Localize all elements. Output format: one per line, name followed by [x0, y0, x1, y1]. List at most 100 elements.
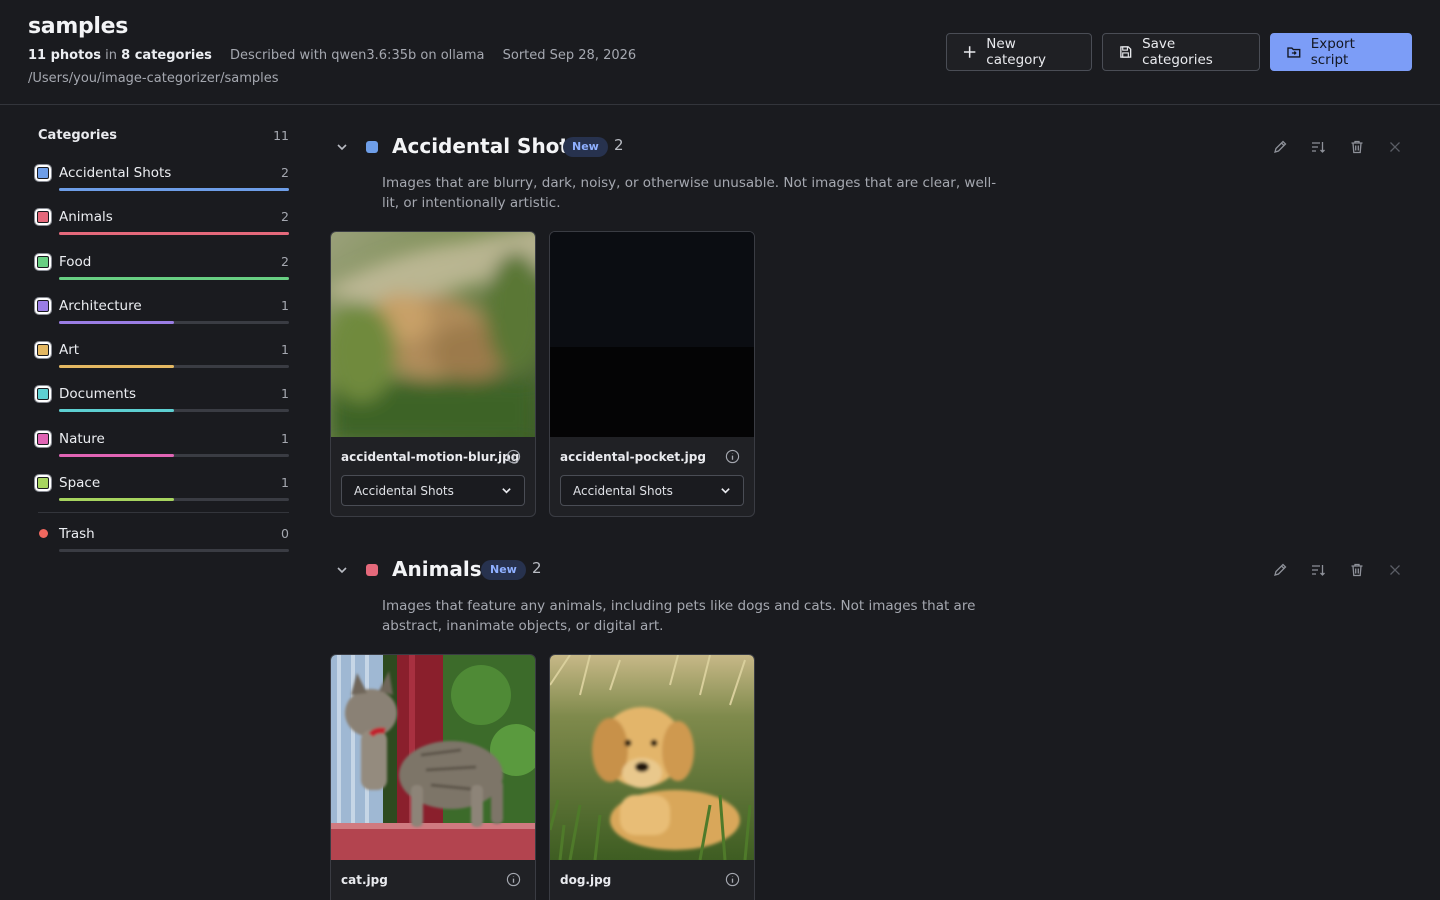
photo-image	[331, 232, 535, 437]
save-categories-button[interactable]: Save categories	[1102, 33, 1260, 71]
category-checkbox[interactable]	[35, 475, 51, 492]
export-script-button[interactable]: Export script	[1270, 33, 1412, 71]
section-header: Accidental Shots New 2	[330, 131, 1410, 161]
photo-image	[550, 655, 754, 860]
summary-line: 11 photos in 8 categories Described with…	[28, 48, 636, 63]
category-color-swatch	[366, 141, 378, 153]
pencil-icon[interactable]	[1272, 562, 1288, 578]
chevron-down-icon	[502, 488, 511, 494]
photo-filename: cat.jpg	[341, 873, 388, 887]
category-progress-fill	[59, 188, 289, 191]
sort-icon[interactable]	[1310, 139, 1326, 155]
photo-filename: accidental-pocket.jpg	[560, 450, 706, 464]
photo-card[interactable]: accidental-pocket.jpg Accidental Shots	[549, 231, 755, 517]
category-progress-fill	[59, 498, 174, 502]
section-title: Animals	[392, 557, 482, 581]
category-checkbox[interactable]	[35, 430, 51, 447]
category-checkbox[interactable]	[35, 253, 51, 270]
photo-image	[550, 232, 754, 437]
category-color-swatch	[366, 564, 378, 576]
folder-export-icon	[1287, 47, 1301, 58]
photo-card[interactable]: dog.jpg	[549, 654, 755, 900]
sidebar-item-count: 2	[281, 253, 289, 269]
info-icon[interactable]	[506, 449, 521, 464]
in-word: in	[105, 48, 117, 63]
new-category-label: New category	[986, 36, 1046, 68]
sidebar-heading: Categories	[38, 128, 118, 143]
sidebar-item-architecture[interactable]: Architecture 1	[35, 285, 289, 329]
sort-icon[interactable]	[1310, 562, 1326, 578]
category-checkbox[interactable]	[35, 297, 51, 314]
pencil-icon[interactable]	[1272, 139, 1288, 155]
sidebar-item-label: Trash	[59, 526, 95, 543]
sidebar-item-documents[interactable]: Documents 1	[35, 373, 289, 417]
info-icon[interactable]	[725, 449, 740, 464]
sidebar-item-label: Food	[59, 253, 92, 270]
photo-thumbnail-motion-blur[interactable]	[331, 232, 535, 437]
sidebar-item-count: 2	[281, 165, 289, 180]
category-progress-track	[59, 409, 289, 413]
close-icon[interactable]	[1387, 139, 1403, 155]
new-category-button[interactable]: New category	[946, 33, 1092, 71]
trash-icon[interactable]	[1349, 139, 1365, 155]
sidebar-header: Categories 11	[38, 128, 289, 152]
category-progress-track	[59, 276, 289, 280]
chevron-down-icon	[721, 488, 730, 494]
chevron-down-icon[interactable]	[335, 140, 349, 154]
photo-thumbnail-cat[interactable]	[331, 655, 535, 860]
category-progress-fill	[59, 320, 174, 324]
plus-icon	[963, 46, 976, 58]
new-badge: New	[481, 560, 526, 580]
sidebar-item-count: 1	[281, 386, 289, 402]
close-icon[interactable]	[1387, 562, 1403, 578]
category-progress-track	[59, 188, 289, 191]
chevron-down-icon[interactable]	[335, 563, 349, 577]
category-checkbox[interactable]	[35, 386, 51, 403]
category-progress-fill	[59, 409, 174, 413]
category-progress-fill	[59, 453, 174, 457]
category-progress-fill	[59, 232, 289, 236]
trash-icon[interactable]	[1349, 562, 1365, 578]
photo-filename: accidental-motion-blur.jpg	[341, 450, 520, 464]
category-progress-fill	[59, 365, 174, 369]
category-select[interactable]: Accidental Shots	[560, 475, 744, 506]
photo-card[interactable]: cat.jpg	[330, 654, 536, 900]
category-checkbox[interactable]	[35, 342, 51, 359]
sidebar-item-space[interactable]: Space 1	[35, 462, 289, 506]
category-checkbox[interactable]	[35, 165, 51, 181]
sidebar-item-accidental-shots[interactable]: Accidental Shots 2	[35, 152, 289, 196]
sidebar-item-animals[interactable]: Animals 2	[35, 196, 289, 240]
sidebar-item-count: 2	[281, 209, 289, 225]
sidebar-item-food[interactable]: Food 2	[35, 241, 289, 285]
sidebar-item-label: Nature	[59, 430, 105, 447]
category-count: 8 categories	[121, 48, 212, 63]
section-header: Animals New 2	[330, 554, 1410, 584]
section-count: 2	[614, 136, 624, 154]
photo-thumbnail-dog[interactable]	[550, 655, 754, 860]
sidebar-item-count: 0	[281, 526, 289, 542]
sidebar-item-count: 1	[281, 342, 289, 358]
folder-path: /Users/you/image-categorizer/samples	[28, 71, 279, 86]
sidebar-item-trash[interactable]: Trash 0	[38, 513, 289, 557]
section-description: Images that feature any animals, includi…	[382, 598, 976, 634]
section-description: Images that are blurry, dark, noisy, or …	[382, 175, 997, 211]
category-select[interactable]: Accidental Shots	[341, 475, 525, 506]
info-icon[interactable]	[725, 872, 740, 887]
categories-sidebar: Categories 11 Accidental Shots 2 Animals…	[35, 128, 289, 558]
sidebar-item-label: Documents	[59, 386, 136, 403]
sidebar-item-nature[interactable]: Nature 1	[35, 418, 289, 462]
sidebar-item-art[interactable]: Art 1	[35, 329, 289, 373]
sidebar-item-label: Accidental Shots	[59, 165, 172, 181]
photo-card[interactable]: accidental-motion-blur.jpg Accidental Sh…	[330, 231, 536, 517]
new-badge: New	[563, 137, 608, 157]
described-with: Described with qwen3.6:35b on ollama	[230, 48, 485, 63]
sidebar-item-count: 1	[281, 430, 289, 446]
category-progress-track	[59, 232, 289, 236]
category-progress-track	[59, 453, 289, 457]
photo-thumbnail-pocket[interactable]	[550, 232, 754, 437]
category-select-value: Accidental Shots	[354, 483, 454, 498]
category-progress-track	[59, 320, 289, 324]
info-icon[interactable]	[506, 872, 521, 887]
category-checkbox[interactable]	[35, 209, 51, 226]
photo-count: 11 photos	[28, 48, 101, 63]
